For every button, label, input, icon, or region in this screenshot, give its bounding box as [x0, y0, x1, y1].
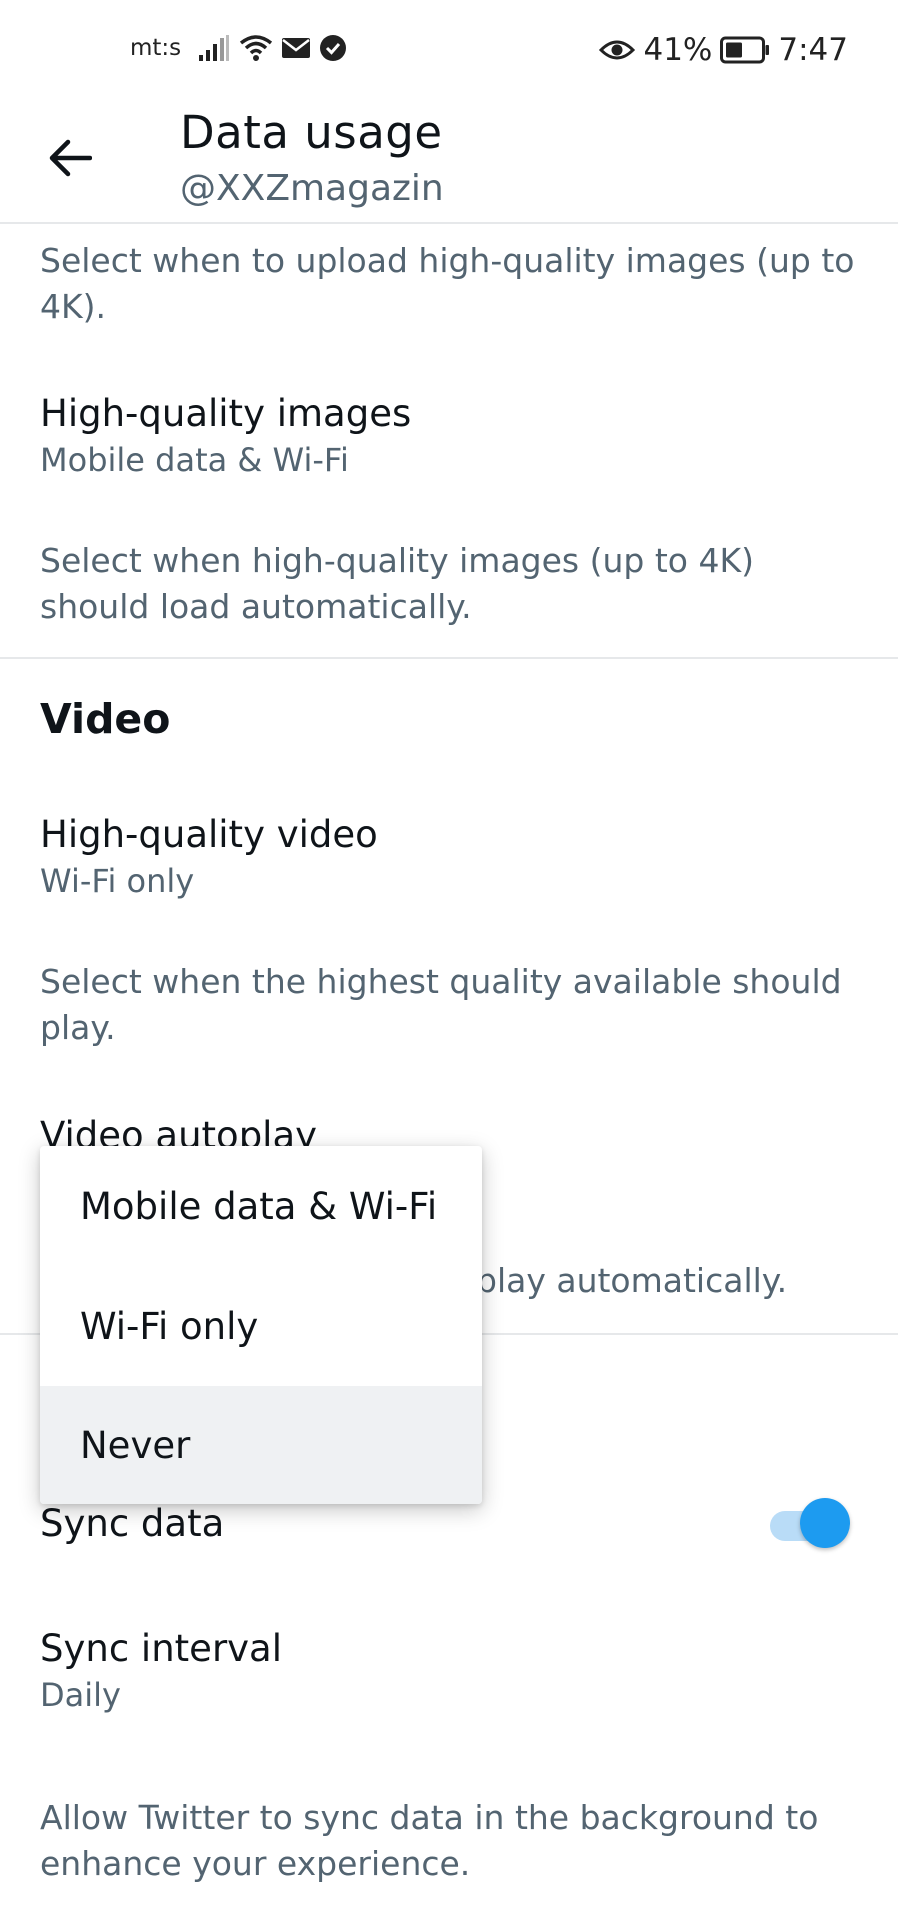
video-autoplay-description: play automatically. — [476, 1261, 788, 1300]
autoplay-options-menu: Mobile data & Wi-Fi Wi-Fi only Never — [40, 1146, 482, 1504]
carrier-label: mt:s — [130, 35, 182, 61]
status-bar: mt:s 41% 7:47 — [0, 0, 898, 104]
arrow-left-icon — [48, 138, 93, 182]
hq-images-description: Select when high-quality images (up to 4… — [40, 541, 754, 626]
hq-images-label: High-quality images — [40, 392, 412, 435]
hq-video-setting[interactable]: High-quality video Wi-Fi only — [40, 813, 378, 900]
battery-icon — [720, 36, 770, 64]
sync-interval-label: Sync interval — [40, 1627, 282, 1670]
menu-option-mobile-data-wifi[interactable]: Mobile data & Wi-Fi — [40, 1146, 482, 1266]
menu-option-never[interactable]: Never — [40, 1386, 482, 1504]
status-bar-left: mt:s — [130, 34, 347, 62]
sync-data-toggle[interactable] — [768, 1496, 850, 1552]
battery-percent: 41% — [643, 32, 713, 68]
page-title: Data usage — [180, 106, 443, 159]
app-bar: Data usage @XXZmagazin — [0, 104, 898, 224]
hq-video-value: Wi-Fi only — [40, 862, 195, 900]
toggle-thumb — [800, 1498, 850, 1548]
clock: 7:47 — [778, 32, 848, 68]
sync-description: Allow Twitter to sync data in the backgr… — [40, 1798, 819, 1883]
video-section-header: Video — [40, 695, 171, 743]
mail-icon — [281, 36, 311, 60]
back-button[interactable] — [38, 128, 102, 192]
menu-option-wifi-only[interactable]: Wi-Fi only — [40, 1266, 482, 1386]
signal-icon — [197, 35, 231, 61]
hq-video-description: Select when the highest quality availabl… — [40, 962, 842, 1047]
account-handle: @XXZmagazin — [180, 168, 444, 209]
hq-video-label: High-quality video — [40, 813, 378, 856]
hq-images-value: Mobile data & Wi-Fi — [40, 441, 349, 479]
wifi-icon — [239, 34, 273, 62]
sync-interval-setting[interactable]: Sync interval Daily — [40, 1627, 282, 1714]
sync-interval-value: Daily — [40, 1676, 121, 1714]
upload-images-description: Select when to upload high-quality image… — [40, 241, 855, 326]
status-bar-right: 41% 7:47 — [599, 32, 848, 68]
eye-icon — [599, 38, 636, 62]
check-circle-icon — [319, 34, 347, 62]
section-divider — [0, 657, 898, 659]
hq-images-setting[interactable]: High-quality images Mobile data & Wi-Fi — [40, 392, 411, 479]
sync-data-label: Sync data — [40, 1502, 225, 1545]
